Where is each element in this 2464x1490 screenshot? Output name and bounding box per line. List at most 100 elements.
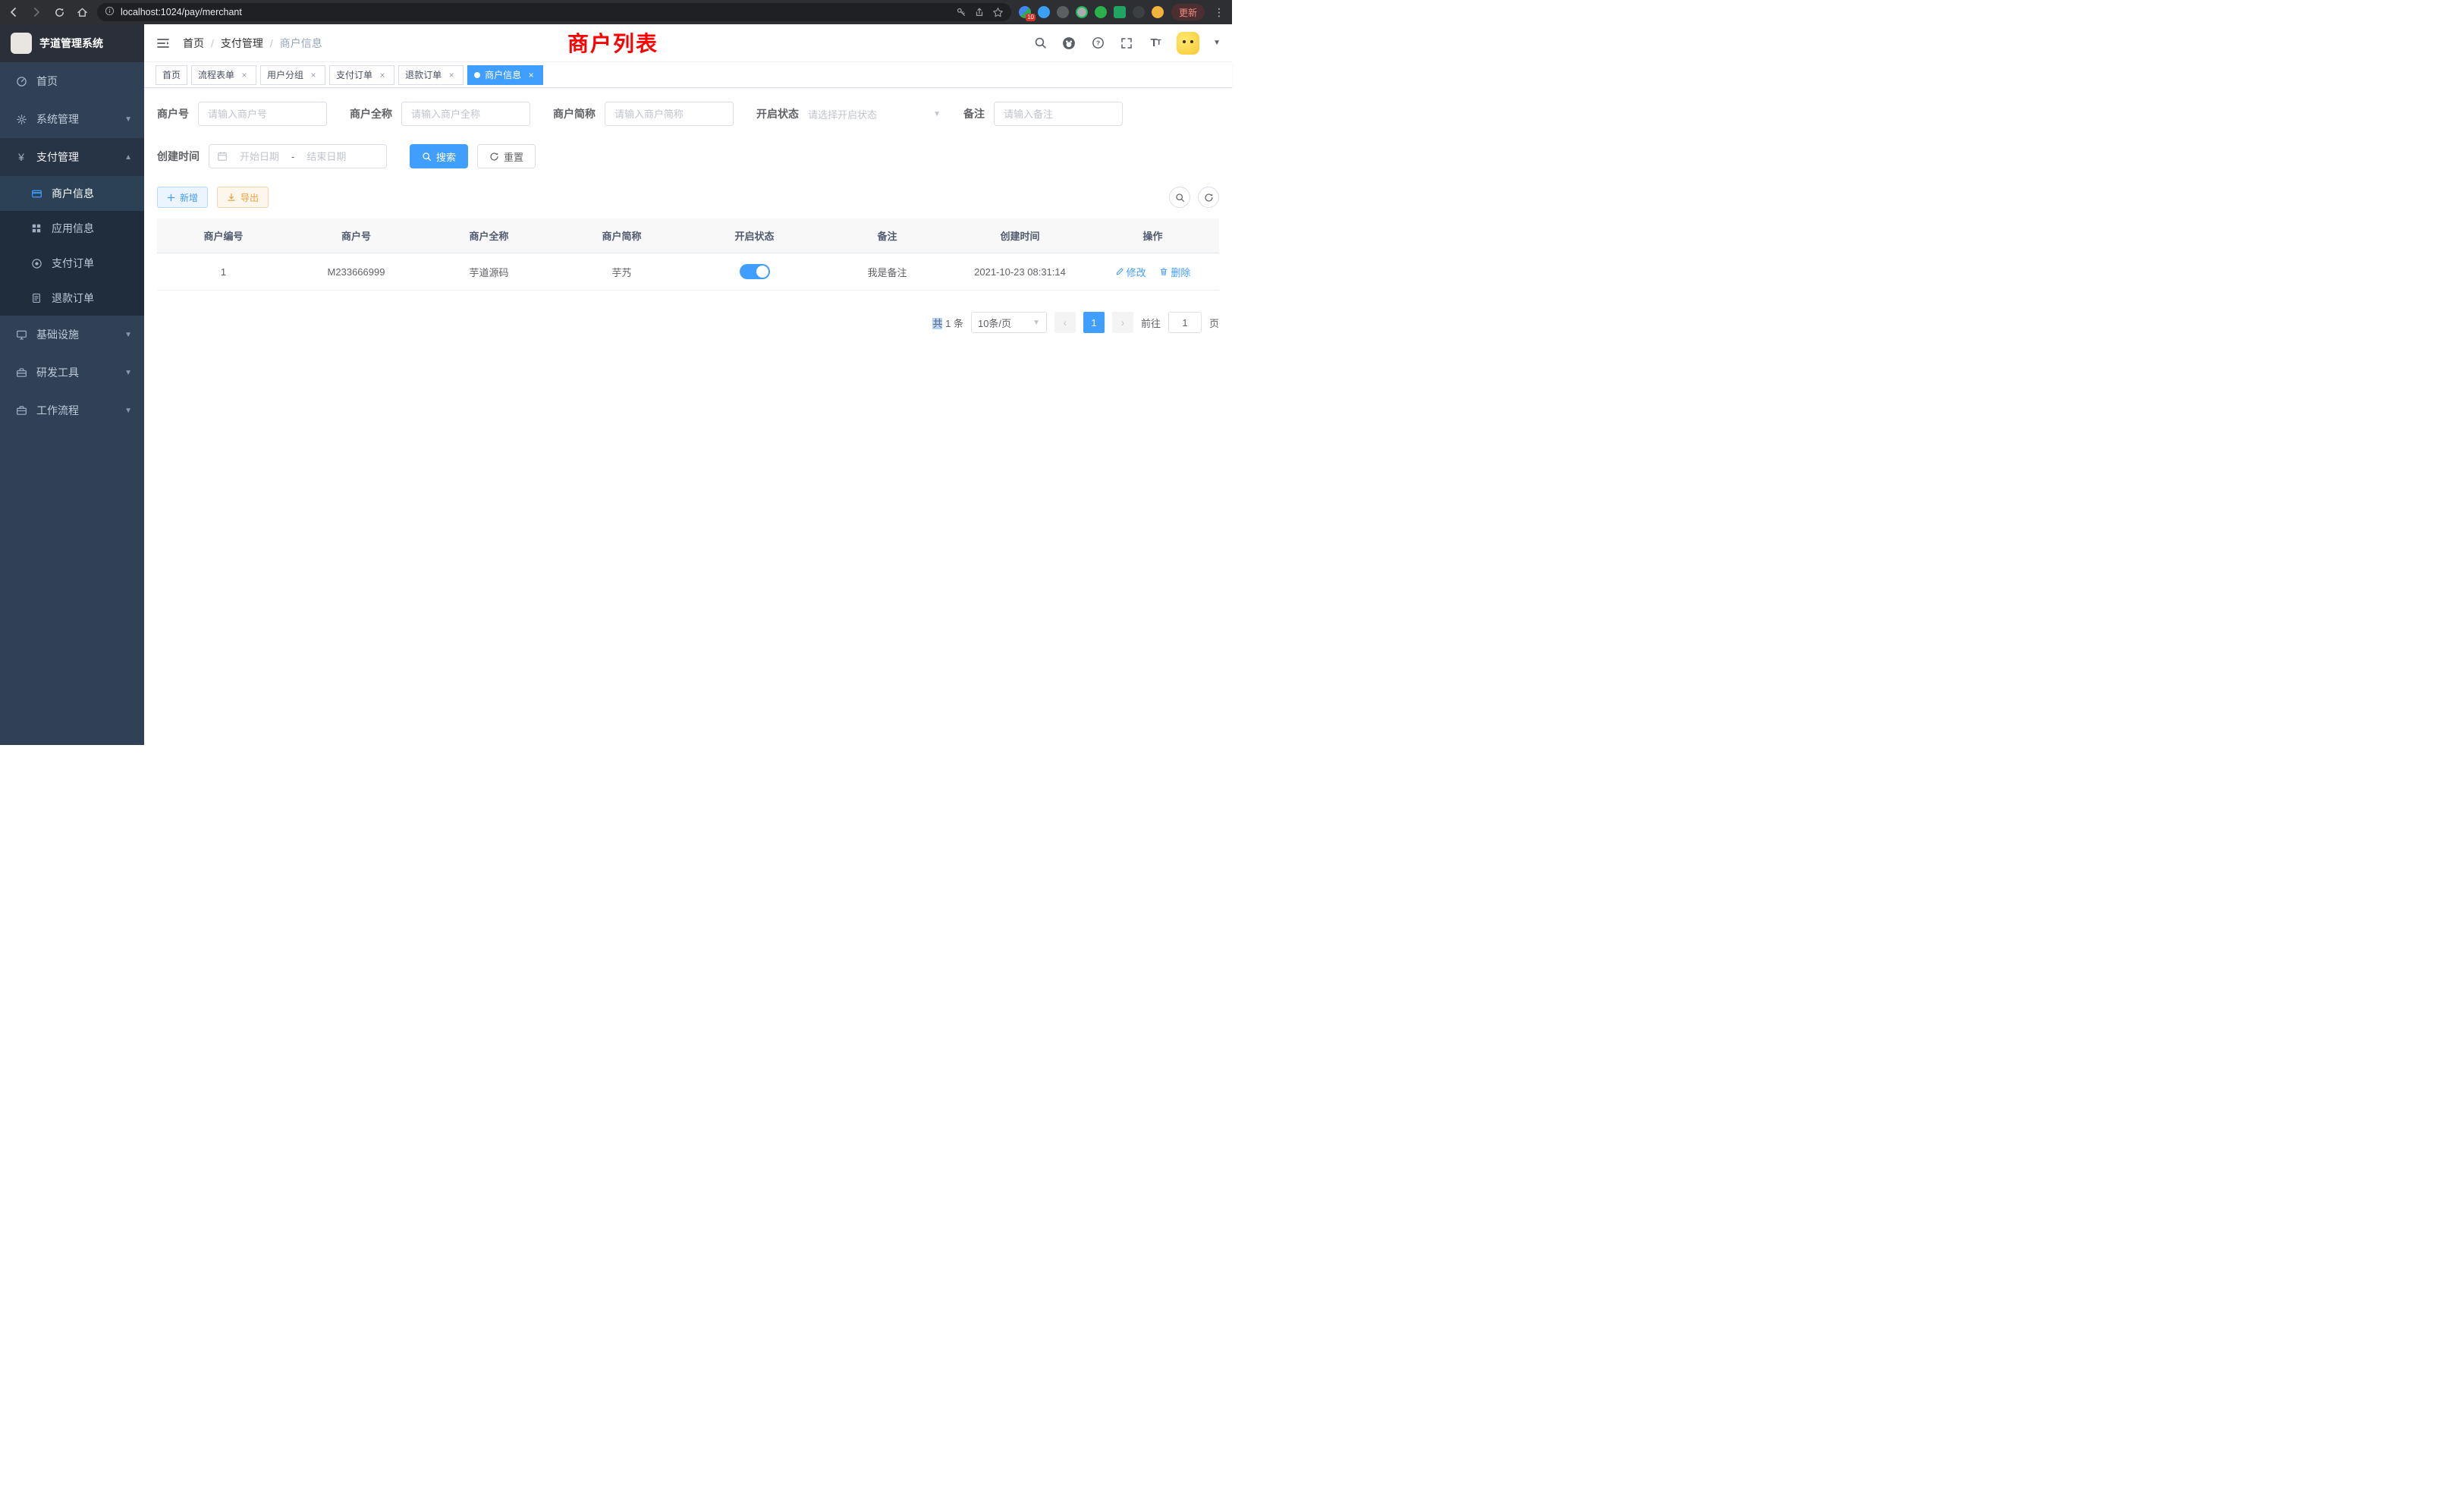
extension-icon-1[interactable]: 10 bbox=[1019, 6, 1031, 18]
remark-input[interactable] bbox=[994, 102, 1123, 126]
back-icon[interactable] bbox=[6, 5, 21, 20]
tag-process-form[interactable]: 流程表单 × bbox=[191, 65, 256, 85]
fullscreen-icon[interactable] bbox=[1119, 36, 1134, 51]
browser-menu-icon[interactable]: ⋮ bbox=[1212, 6, 1226, 19]
user-avatar[interactable] bbox=[1177, 32, 1199, 55]
filter-label: 开启状态 bbox=[756, 106, 799, 121]
status-select[interactable]: 请选择开启状态 ▼ bbox=[808, 107, 941, 121]
logo-avatar bbox=[11, 33, 32, 54]
add-button[interactable]: 新增 bbox=[157, 187, 208, 208]
help-icon[interactable]: ? bbox=[1090, 36, 1105, 51]
sidebar-item-home[interactable]: 首页 bbox=[0, 62, 144, 100]
sidebar-menu: 首页 系统管理 ▼ ¥ 支付管理 ▲ 商户信息 bbox=[0, 62, 144, 745]
calendar-icon bbox=[217, 151, 228, 162]
refresh-icon[interactable] bbox=[1198, 187, 1219, 208]
top-navbar: 首页 / 支付管理 / 商户信息 商户列表 ? bbox=[144, 24, 1232, 62]
extension-icon-8[interactable] bbox=[1152, 6, 1164, 18]
reload-icon[interactable] bbox=[52, 5, 67, 20]
close-icon[interactable]: × bbox=[526, 70, 536, 80]
export-button[interactable]: 导出 bbox=[217, 187, 269, 208]
logo-title: 芋道管理系统 bbox=[39, 36, 103, 51]
sidebar-item-workflow[interactable]: 工作流程 ▼ bbox=[0, 391, 144, 429]
merchant-no-input[interactable] bbox=[198, 102, 327, 126]
delete-button[interactable]: 删除 bbox=[1159, 265, 1190, 279]
total-count: 共 1 条 bbox=[932, 316, 963, 330]
sidebar-item-payment-orders[interactable]: 支付订单 bbox=[0, 246, 144, 281]
cell-merchant-id: 1 bbox=[157, 253, 290, 291]
sidebar-item-label: 工作流程 bbox=[36, 403, 79, 418]
browser-update-button[interactable]: 更新 bbox=[1171, 4, 1205, 20]
tag-home[interactable]: 首页 bbox=[156, 65, 187, 85]
sidebar-item-payment[interactable]: ¥ 支付管理 ▲ bbox=[0, 138, 144, 176]
end-date-input[interactable] bbox=[299, 151, 354, 162]
delete-button-label: 删除 bbox=[1171, 265, 1190, 279]
chevron-down-icon: ▼ bbox=[124, 331, 132, 339]
page-number-1[interactable]: 1 bbox=[1083, 312, 1105, 333]
extension-icon-7[interactable] bbox=[1133, 6, 1145, 18]
password-key-icon[interactable] bbox=[956, 7, 966, 17]
prev-page-button[interactable]: ‹ bbox=[1054, 312, 1076, 333]
font-size-icon[interactable]: TT bbox=[1148, 36, 1163, 51]
search-button-label: 搜索 bbox=[436, 149, 456, 164]
close-icon[interactable]: × bbox=[239, 70, 250, 80]
status-toggle[interactable] bbox=[740, 264, 770, 279]
tag-merchant-info[interactable]: 商户信息 × bbox=[467, 65, 543, 85]
close-icon[interactable]: × bbox=[308, 70, 319, 80]
next-page-button[interactable]: › bbox=[1112, 312, 1133, 333]
filter-short-name: 商户简称 bbox=[553, 102, 734, 126]
close-icon[interactable]: × bbox=[446, 70, 457, 80]
sidebar-item-refund-orders[interactable]: 退款订单 bbox=[0, 281, 144, 316]
github-icon[interactable] bbox=[1061, 36, 1076, 51]
bank-card-icon bbox=[30, 187, 42, 200]
sidebar-logo[interactable]: 芋道管理系统 bbox=[0, 24, 144, 62]
sidebar-item-merchant-info[interactable]: 商户信息 bbox=[0, 176, 144, 211]
address-bar[interactable]: localhost:1024/pay/merchant bbox=[97, 3, 1011, 21]
filter-label: 创建时间 bbox=[157, 149, 200, 164]
date-range-picker[interactable]: - bbox=[209, 144, 387, 168]
url-text[interactable]: localhost:1024/pay/merchant bbox=[121, 7, 950, 17]
reset-button[interactable]: 重置 bbox=[477, 144, 536, 168]
tag-payment-orders[interactable]: 支付订单 × bbox=[329, 65, 394, 85]
tag-refund-orders[interactable]: 退款订单 × bbox=[398, 65, 464, 85]
goto-page-input[interactable] bbox=[1168, 312, 1202, 333]
breadcrumb-payment[interactable]: 支付管理 bbox=[221, 36, 263, 51]
add-button-label: 新增 bbox=[180, 191, 198, 204]
forward-icon[interactable] bbox=[29, 5, 44, 20]
home-icon[interactable] bbox=[74, 5, 90, 20]
extension-icon-5[interactable] bbox=[1095, 6, 1107, 18]
edit-button[interactable]: 修改 bbox=[1115, 265, 1146, 279]
extension-icon-2[interactable] bbox=[1038, 6, 1050, 18]
sidebar-item-infrastructure[interactable]: 基础设施 ▼ bbox=[0, 316, 144, 354]
site-info-icon[interactable] bbox=[105, 6, 115, 18]
page-unit-label: 页 bbox=[1209, 316, 1219, 330]
extension-icon-3[interactable] bbox=[1057, 6, 1069, 18]
caret-down-icon[interactable]: ▼ bbox=[1213, 39, 1221, 47]
hamburger-icon[interactable] bbox=[156, 36, 171, 51]
sidebar: 芋道管理系统 首页 系统管理 ▼ ¥ 支付管理 ▲ bbox=[0, 24, 144, 745]
sidebar-item-dev-tools[interactable]: 研发工具 ▼ bbox=[0, 354, 144, 391]
bookmark-star-icon[interactable] bbox=[992, 7, 1004, 18]
filter-status: 开启状态 请选择开启状态 ▼ bbox=[756, 106, 941, 121]
sidebar-item-system[interactable]: 系统管理 ▼ bbox=[0, 100, 144, 138]
sidebar-item-label: 系统管理 bbox=[36, 112, 79, 127]
start-date-input[interactable] bbox=[232, 151, 287, 162]
search-button[interactable]: 搜索 bbox=[410, 144, 468, 168]
extension-icon-6[interactable] bbox=[1114, 6, 1126, 18]
breadcrumb-home[interactable]: 首页 bbox=[183, 36, 204, 51]
full-name-input[interactable] bbox=[401, 102, 530, 126]
extensions-cluster: 10 bbox=[1019, 6, 1164, 18]
breadcrumb-separator: / bbox=[270, 37, 273, 49]
tag-user-group[interactable]: 用户分组 × bbox=[260, 65, 325, 85]
cell-short-name: 芋艿 bbox=[555, 253, 688, 291]
page-size-select[interactable]: 10条/页 ▼ bbox=[971, 312, 1047, 333]
toggle-search-icon[interactable] bbox=[1169, 187, 1190, 208]
extension-icon-4[interactable] bbox=[1076, 6, 1088, 18]
share-icon[interactable] bbox=[974, 7, 985, 17]
sidebar-item-app-info[interactable]: 应用信息 bbox=[0, 211, 144, 246]
search-icon[interactable] bbox=[1032, 36, 1048, 51]
export-button-label: 导出 bbox=[240, 191, 259, 204]
svg-text:?: ? bbox=[1095, 39, 1099, 47]
close-icon[interactable]: × bbox=[377, 70, 388, 80]
short-name-input[interactable] bbox=[605, 102, 734, 126]
sidebar-item-label: 商户信息 bbox=[52, 186, 94, 201]
